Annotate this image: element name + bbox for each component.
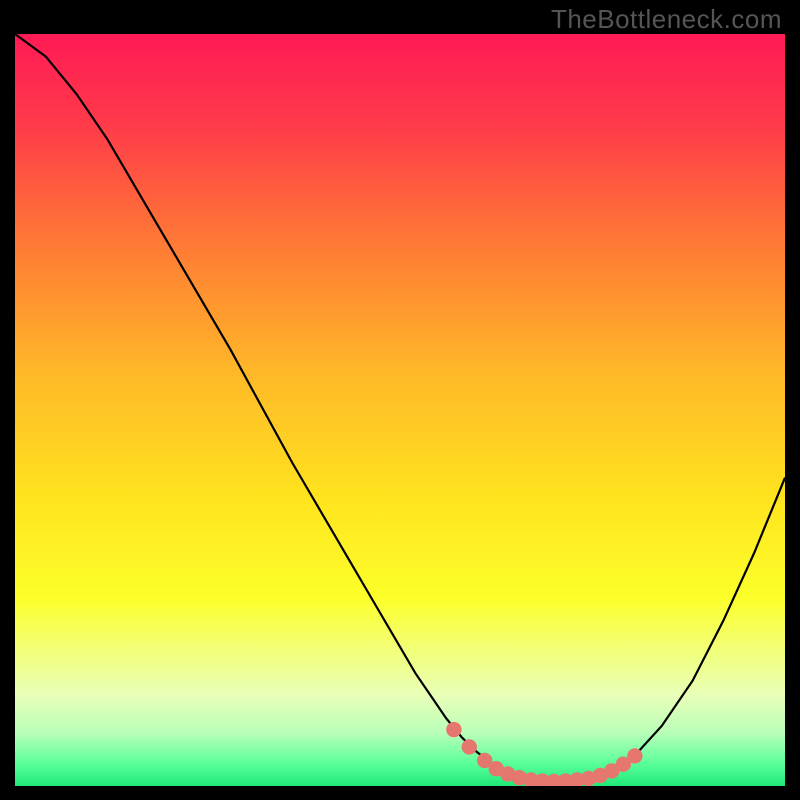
plot-background bbox=[15, 34, 785, 786]
plot-frame bbox=[15, 34, 785, 786]
highlight-dot bbox=[627, 748, 642, 763]
watermark-label: TheBottleneck.com bbox=[551, 4, 782, 35]
plot-svg bbox=[15, 34, 785, 786]
chart-container: TheBottleneck.com bbox=[0, 0, 800, 800]
highlight-dot bbox=[462, 739, 477, 754]
highlight-dot bbox=[446, 722, 461, 737]
